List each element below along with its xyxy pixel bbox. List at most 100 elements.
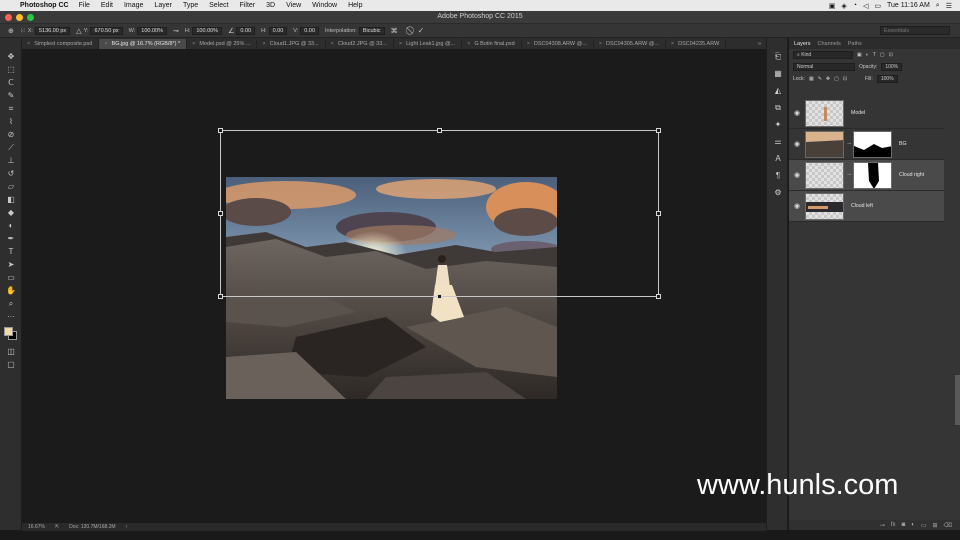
history-brush-tool-icon[interactable]: ↺ bbox=[0, 167, 22, 180]
filter-pixel-icon[interactable]: ▣ bbox=[857, 52, 862, 58]
transform-handle-top-right[interactable] bbox=[656, 128, 661, 133]
tab-paths[interactable]: Paths bbox=[848, 41, 862, 47]
close-tab-icon[interactable]: × bbox=[527, 41, 530, 47]
transform-handle-bottom-right[interactable] bbox=[656, 294, 661, 299]
height-input[interactable]: 100.00% bbox=[192, 26, 223, 35]
reference-point-icon[interactable]: ⁙ bbox=[20, 27, 26, 35]
close-tab-icon[interactable]: × bbox=[399, 41, 402, 47]
layer-name[interactable]: Cloud left bbox=[851, 203, 873, 209]
rectangle-tool-icon[interactable]: ▭ bbox=[0, 271, 22, 284]
menu-file[interactable]: File bbox=[79, 2, 90, 9]
y-position-input[interactable]: 670.50 px bbox=[90, 26, 123, 35]
visibility-eye-icon[interactable]: ◉ bbox=[789, 171, 805, 179]
character-panel-icon[interactable]: A bbox=[767, 150, 789, 167]
commit-transform-button[interactable]: ✓ bbox=[418, 26, 425, 35]
blur-tool-icon[interactable]: ◆ bbox=[0, 206, 22, 219]
menu-3d[interactable]: 3D bbox=[266, 2, 275, 9]
add-mask-icon[interactable]: ◙ bbox=[902, 522, 906, 528]
width-input[interactable]: 100.00% bbox=[137, 26, 167, 35]
quick-mask-icon[interactable]: ◫ bbox=[0, 345, 22, 358]
visibility-eye-icon[interactable]: ◉ bbox=[789, 202, 805, 210]
layers-scrollbar[interactable] bbox=[955, 375, 960, 425]
more-tabs-icon[interactable]: » bbox=[753, 39, 766, 49]
wifi-icon[interactable]: ◔ bbox=[853, 2, 857, 9]
battery-icon[interactable]: ▭ bbox=[874, 2, 881, 10]
close-tab-icon[interactable]: × bbox=[192, 41, 195, 47]
glyphs-panel-icon[interactable]: ⚙ bbox=[767, 184, 789, 201]
interpolation-select[interactable]: Bicubic bbox=[358, 26, 385, 35]
tab-document[interactable]: × DSC04308.ARW @... bbox=[522, 39, 594, 49]
transform-handle-left[interactable] bbox=[218, 211, 223, 216]
filter-adjust-icon[interactable]: ◐ bbox=[866, 52, 869, 58]
brush-panel-icon[interactable]: ⚌ bbox=[767, 133, 789, 150]
status-menu-arrow-icon[interactable]: › bbox=[126, 524, 128, 530]
layer-row-cloud-right[interactable]: ◉ ⊸ Cloud right bbox=[789, 160, 944, 191]
close-tab-icon[interactable]: × bbox=[27, 41, 30, 47]
menu-layer[interactable]: Layer bbox=[154, 2, 172, 9]
visibility-eye-icon[interactable]: ◉ bbox=[789, 140, 805, 148]
layer-name[interactable]: Cloud right bbox=[899, 172, 924, 178]
clone-stamp-tool-icon[interactable]: ⊥ bbox=[0, 154, 22, 167]
lock-artboard-icon[interactable]: ▢ bbox=[834, 76, 839, 82]
fill-input[interactable]: 100% bbox=[876, 75, 898, 83]
tab-document[interactable]: × DSC04305.ARW @... bbox=[594, 39, 666, 49]
menu-window[interactable]: Window bbox=[312, 2, 337, 9]
new-layer-icon[interactable]: ⊞ bbox=[932, 522, 937, 529]
eyedropper-tool-icon[interactable]: ⌇ bbox=[0, 115, 22, 128]
close-tab-icon[interactable]: × bbox=[104, 41, 107, 47]
foreground-color-swatch[interactable] bbox=[4, 327, 13, 336]
menu-edit[interactable]: Edit bbox=[101, 2, 113, 9]
move-tool-icon[interactable]: ✥ bbox=[0, 50, 22, 63]
transform-bounding-box[interactable] bbox=[218, 128, 661, 299]
screen-mode-icon[interactable]: ▢ bbox=[0, 358, 22, 371]
dodge-tool-icon[interactable]: ◐ bbox=[0, 219, 22, 232]
healing-brush-tool-icon[interactable]: ⊘ bbox=[0, 128, 22, 141]
transform-handle-bottom[interactable] bbox=[437, 294, 442, 299]
transform-handle-right[interactable] bbox=[656, 211, 661, 216]
type-tool-icon[interactable]: T bbox=[0, 245, 22, 258]
zoom-tool-icon[interactable]: ⌕ bbox=[0, 297, 22, 310]
new-adjustment-icon[interactable]: ◐ bbox=[911, 522, 915, 528]
lock-transparent-icon[interactable]: ▦ bbox=[809, 76, 814, 82]
layer-style-icon[interactable]: fx bbox=[891, 522, 896, 528]
menu-type[interactable]: Type bbox=[183, 2, 198, 9]
notifications-icon[interactable]: ☰ bbox=[946, 2, 952, 10]
layer-row-model[interactable]: ◉ Model bbox=[789, 98, 944, 129]
tab-channels[interactable]: Channels bbox=[818, 41, 841, 47]
kind-filter-select[interactable]: ⌕ Kind bbox=[793, 51, 853, 59]
close-tab-icon[interactable]: × bbox=[467, 41, 470, 47]
mask-link-icon[interactable]: ⊸ bbox=[847, 141, 851, 147]
properties-panel-icon[interactable]: ⧉ bbox=[767, 99, 789, 116]
menu-select[interactable]: Select bbox=[209, 2, 228, 9]
brush-tool-icon[interactable]: ⟋ bbox=[0, 141, 22, 154]
mask-link-icon[interactable]: ⊸ bbox=[847, 172, 851, 178]
visibility-eye-icon[interactable]: ◉ bbox=[789, 109, 805, 117]
new-group-icon[interactable]: ▭ bbox=[921, 522, 927, 529]
record-icon[interactable]: ▣ bbox=[829, 2, 836, 10]
document-canvas[interactable] bbox=[22, 49, 766, 523]
move-tool-preset-icon[interactable]: ⊕ bbox=[8, 27, 14, 35]
angle-input[interactable]: 0.00 bbox=[236, 26, 256, 35]
warp-mode-icon[interactable]: ⌘ bbox=[391, 27, 398, 35]
close-tab-icon[interactable]: × bbox=[671, 41, 674, 47]
more-tools-icon[interactable]: ··· bbox=[0, 310, 22, 323]
transform-handle-bottom-left[interactable] bbox=[218, 294, 223, 299]
path-selection-tool-icon[interactable]: ➤ bbox=[0, 258, 22, 271]
pen-tool-icon[interactable]: ✒ bbox=[0, 232, 22, 245]
link-layers-icon[interactable]: ⊸ bbox=[880, 522, 885, 529]
layer-name[interactable]: BG bbox=[899, 141, 907, 147]
adjustments-panel-icon[interactable]: ✦ bbox=[767, 116, 789, 133]
clock[interactable]: Tue 11:16 AM bbox=[887, 2, 930, 9]
quick-select-tool-icon[interactable]: ✎ bbox=[0, 89, 22, 102]
swatches-panel-icon[interactable]: ▦ bbox=[767, 65, 789, 82]
tab-document[interactable]: × Model.psd @ 25% ... bbox=[187, 39, 258, 49]
lock-image-icon[interactable]: ✎ bbox=[818, 76, 822, 82]
tab-document[interactable]: × Cloud1.JPG @ 33... bbox=[257, 39, 326, 49]
transform-handle-top-left[interactable] bbox=[218, 128, 223, 133]
close-tab-icon[interactable]: × bbox=[331, 41, 334, 47]
menu-view[interactable]: View bbox=[286, 2, 301, 9]
crop-tool-icon[interactable]: ⌗ bbox=[0, 102, 22, 115]
filter-shape-icon[interactable]: ▢ bbox=[880, 52, 885, 58]
close-tab-icon[interactable]: × bbox=[262, 41, 265, 47]
tab-document-active[interactable]: × BG.jpg @ 16.7% (RGB/8*) * bbox=[99, 39, 188, 49]
